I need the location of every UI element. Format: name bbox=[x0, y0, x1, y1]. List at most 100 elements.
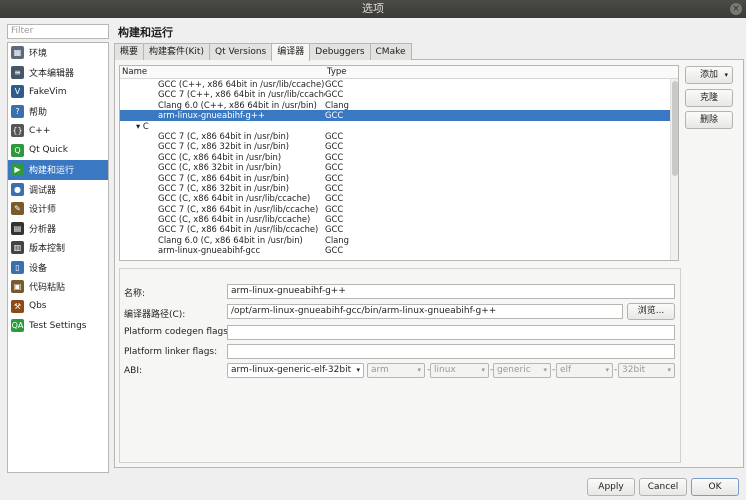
sidebar-item[interactable]: ▥ 版本控制 bbox=[8, 238, 108, 258]
browse-button[interactable]: 浏览... bbox=[627, 303, 675, 320]
sidebar-item[interactable]: ✎ 设计师 bbox=[8, 199, 108, 219]
sidebar-item-label: C++ bbox=[29, 125, 51, 136]
tree-row[interactable]: GCC (C, x86 64bit in /usr/lib/ccache) GCC bbox=[120, 193, 678, 203]
tab[interactable]: CMake bbox=[369, 43, 412, 60]
cancel-button[interactable]: Cancel bbox=[639, 478, 687, 496]
clone-button[interactable]: 克隆 bbox=[685, 89, 733, 107]
tree-row-name: GCC (C, x86 64bit in /usr/lib/ccache) bbox=[158, 214, 311, 225]
window-title: 选项 bbox=[362, 2, 384, 15]
sidebar-item[interactable]: V FakeVim bbox=[8, 82, 108, 102]
abi-value: arm-linux-generic-elf-32bit bbox=[231, 365, 352, 375]
tree-row-name: GCC 7 (C, x86 64bit in /usr/bin) bbox=[158, 130, 290, 141]
tree-row-name: GCC (C, x86 32bit in /usr/bin) bbox=[158, 162, 282, 173]
sidebar-item[interactable]: Q Qt Quick bbox=[8, 141, 108, 161]
tree-row-type: GCC bbox=[325, 141, 344, 152]
chevron-down-icon: ▾ bbox=[724, 71, 728, 79]
linker-flags-field[interactable] bbox=[227, 344, 675, 359]
tree-rows: GCC (C++, x86 64bit in /usr/lib/ccache) G… bbox=[120, 79, 678, 256]
tab[interactable]: 构建套件(Kit) bbox=[143, 43, 210, 60]
abi-format-select[interactable]: elf ▾ bbox=[556, 363, 613, 378]
tree-row[interactable]: arm-linux-gnueabihf-gcc GCC bbox=[120, 245, 678, 255]
qbs-icon: ⚒ bbox=[11, 299, 24, 313]
abi-arch-value: arm bbox=[371, 365, 389, 375]
codegen-flags-field[interactable] bbox=[227, 325, 675, 340]
close-icon[interactable]: × bbox=[730, 3, 742, 15]
expand-arrow-icon[interactable]: ▾ bbox=[136, 121, 143, 131]
debugger-icon: ● bbox=[11, 182, 24, 196]
abi-format-value: elf bbox=[560, 365, 572, 375]
text-editor-icon: ≡ bbox=[11, 65, 24, 79]
tab[interactable]: Qt Versions bbox=[208, 43, 273, 60]
tree-row-type: GCC bbox=[325, 79, 344, 89]
sidebar-item[interactable]: ▤ 分析器 bbox=[8, 219, 108, 239]
tree-row[interactable]: GCC 7 (C, x86 32bit in /usr/bin) GCC bbox=[120, 183, 678, 193]
tree-cell-name: ▾ C bbox=[120, 121, 325, 131]
tree-row[interactable]: Clang 6.0 (C, x86 64bit in /usr/bin) Clan… bbox=[120, 235, 678, 245]
apply-button[interactable]: Apply bbox=[587, 478, 635, 496]
compiler-path-field[interactable]: /opt/arm-linux-gnueabihf-gcc/bin/arm-lin… bbox=[227, 304, 623, 319]
chevron-down-icon: ▾ bbox=[667, 366, 671, 374]
ok-button[interactable]: OK bbox=[691, 478, 739, 496]
tree-row-name: Clang 6.0 (C, x86 64bit in /usr/bin) bbox=[158, 234, 303, 245]
abi-label: ABI: bbox=[124, 366, 143, 376]
tree-row[interactable]: GCC 7 (C++, x86 64bit in /usr/lib/ccache… bbox=[120, 89, 678, 99]
tree-row-type: GCC bbox=[325, 162, 344, 173]
sidebar-item[interactable]: ≡ 文本编辑器 bbox=[8, 63, 108, 83]
tree-row[interactable]: GCC 7 (C, x86 64bit in /usr/lib/ccache) G… bbox=[120, 224, 678, 234]
tree-row-name: Clang 6.0 (C++, x86 64bit in /usr/bin) bbox=[158, 99, 317, 110]
tree-cell-name: GCC 7 (C, x86 32bit in /usr/bin) bbox=[120, 183, 325, 193]
tree-row-type: GCC bbox=[325, 224, 344, 235]
scrollbar-thumb[interactable] bbox=[672, 81, 678, 176]
sidebar-item[interactable]: ⚒ Qbs bbox=[8, 297, 108, 317]
sidebar-item[interactable]: ▯ 设备 bbox=[8, 258, 108, 278]
tree-row[interactable]: GCC (C, x86 32bit in /usr/bin) GCC bbox=[120, 162, 678, 172]
tree-row[interactable]: GCC (C, x86 64bit in /usr/bin) GCC bbox=[120, 152, 678, 162]
remove-button[interactable]: 删除 bbox=[685, 111, 733, 129]
tree-row[interactable]: GCC 7 (C, x86 64bit in /usr/lib/ccache) G… bbox=[120, 204, 678, 214]
tree-row[interactable]: GCC (C++, x86 64bit in /usr/lib/ccache) G… bbox=[120, 79, 678, 89]
add-button[interactable]: 添加 ▾ bbox=[685, 66, 733, 84]
column-type-header[interactable]: Type bbox=[325, 66, 347, 78]
window-titlebar: 选项 × bbox=[0, 0, 746, 18]
abi-flavor-select[interactable]: generic ▾ bbox=[493, 363, 551, 378]
tab[interactable]: Debuggers bbox=[309, 43, 371, 60]
tree-row[interactable]: GCC 7 (C, x86 64bit in /usr/bin) GCC bbox=[120, 173, 678, 183]
sidebar-item[interactable]: ▣ 代码粘贴 bbox=[8, 277, 108, 297]
abi-arch-select[interactable]: arm ▾ bbox=[367, 363, 425, 378]
sidebar-item[interactable]: ▦ 环境 bbox=[8, 43, 108, 63]
tree-cell-name: GCC 7 (C++, x86 64bit in /usr/lib/ccache… bbox=[120, 89, 325, 99]
sidebar-item-label: 文本编辑器 bbox=[29, 68, 75, 79]
environment-icon: ▦ bbox=[11, 46, 24, 60]
sidebar-item[interactable]: ● 调试器 bbox=[8, 180, 108, 200]
tab[interactable]: 概要 bbox=[114, 43, 145, 60]
tree-row[interactable]: GCC 7 (C, x86 64bit in /usr/bin) GCC bbox=[120, 131, 678, 141]
sidebar-item-label: Qt Quick bbox=[29, 145, 68, 156]
sidebar-item[interactable]: ▶ 构建和运行 bbox=[8, 160, 108, 180]
abi-width-value: 32bit bbox=[622, 365, 646, 375]
tree-cell-name: GCC 7 (C, x86 64bit in /usr/bin) bbox=[120, 131, 325, 141]
tab[interactable]: 编译器 bbox=[271, 43, 311, 61]
filter-input[interactable]: Filter bbox=[7, 24, 109, 39]
sidebar-item[interactable]: QA Test Settings bbox=[8, 316, 108, 336]
abi-width-select[interactable]: 32bit ▾ bbox=[618, 363, 675, 378]
name-field[interactable]: arm-linux-gnueabihf-g++ bbox=[227, 284, 675, 299]
column-name-header[interactable]: Name bbox=[120, 66, 325, 78]
tree-row[interactable]: ▾ C bbox=[120, 121, 678, 131]
tree-row-type: GCC bbox=[325, 182, 344, 193]
analyzer-icon: ▤ bbox=[11, 221, 24, 235]
abi-select[interactable]: arm-linux-generic-elf-32bit ▾ bbox=[227, 363, 364, 378]
tree-row-type: GCC bbox=[325, 110, 344, 121]
sidebar-item[interactable]: ? 帮助 bbox=[8, 102, 108, 122]
sidebar-item-label: 分析器 bbox=[29, 224, 57, 235]
tree-row[interactable]: GCC (C, x86 64bit in /usr/lib/ccache) GCC bbox=[120, 214, 678, 224]
tree-row[interactable]: GCC 7 (C, x86 32bit in /usr/bin) GCC bbox=[120, 141, 678, 151]
tree-cell-name: Clang 6.0 (C, x86 64bit in /usr/bin) bbox=[120, 235, 325, 245]
tree-row[interactable]: arm-linux-gnueabihf-g++ GCC bbox=[120, 110, 678, 121]
abi-os-select[interactable]: linux ▾ bbox=[430, 363, 489, 378]
compiler-tree[interactable]: Name Type GCC (C++, x86 64bit in /usr/li… bbox=[119, 65, 679, 261]
tree-scrollbar[interactable] bbox=[670, 79, 678, 260]
qtquick-icon: Q bbox=[11, 143, 24, 157]
compiler-path-label: 编译器路径(C): bbox=[124, 310, 186, 320]
tree-row[interactable]: Clang 6.0 (C++, x86 64bit in /usr/bin) Cl… bbox=[120, 100, 678, 110]
sidebar-item[interactable]: {} C++ bbox=[8, 121, 108, 141]
